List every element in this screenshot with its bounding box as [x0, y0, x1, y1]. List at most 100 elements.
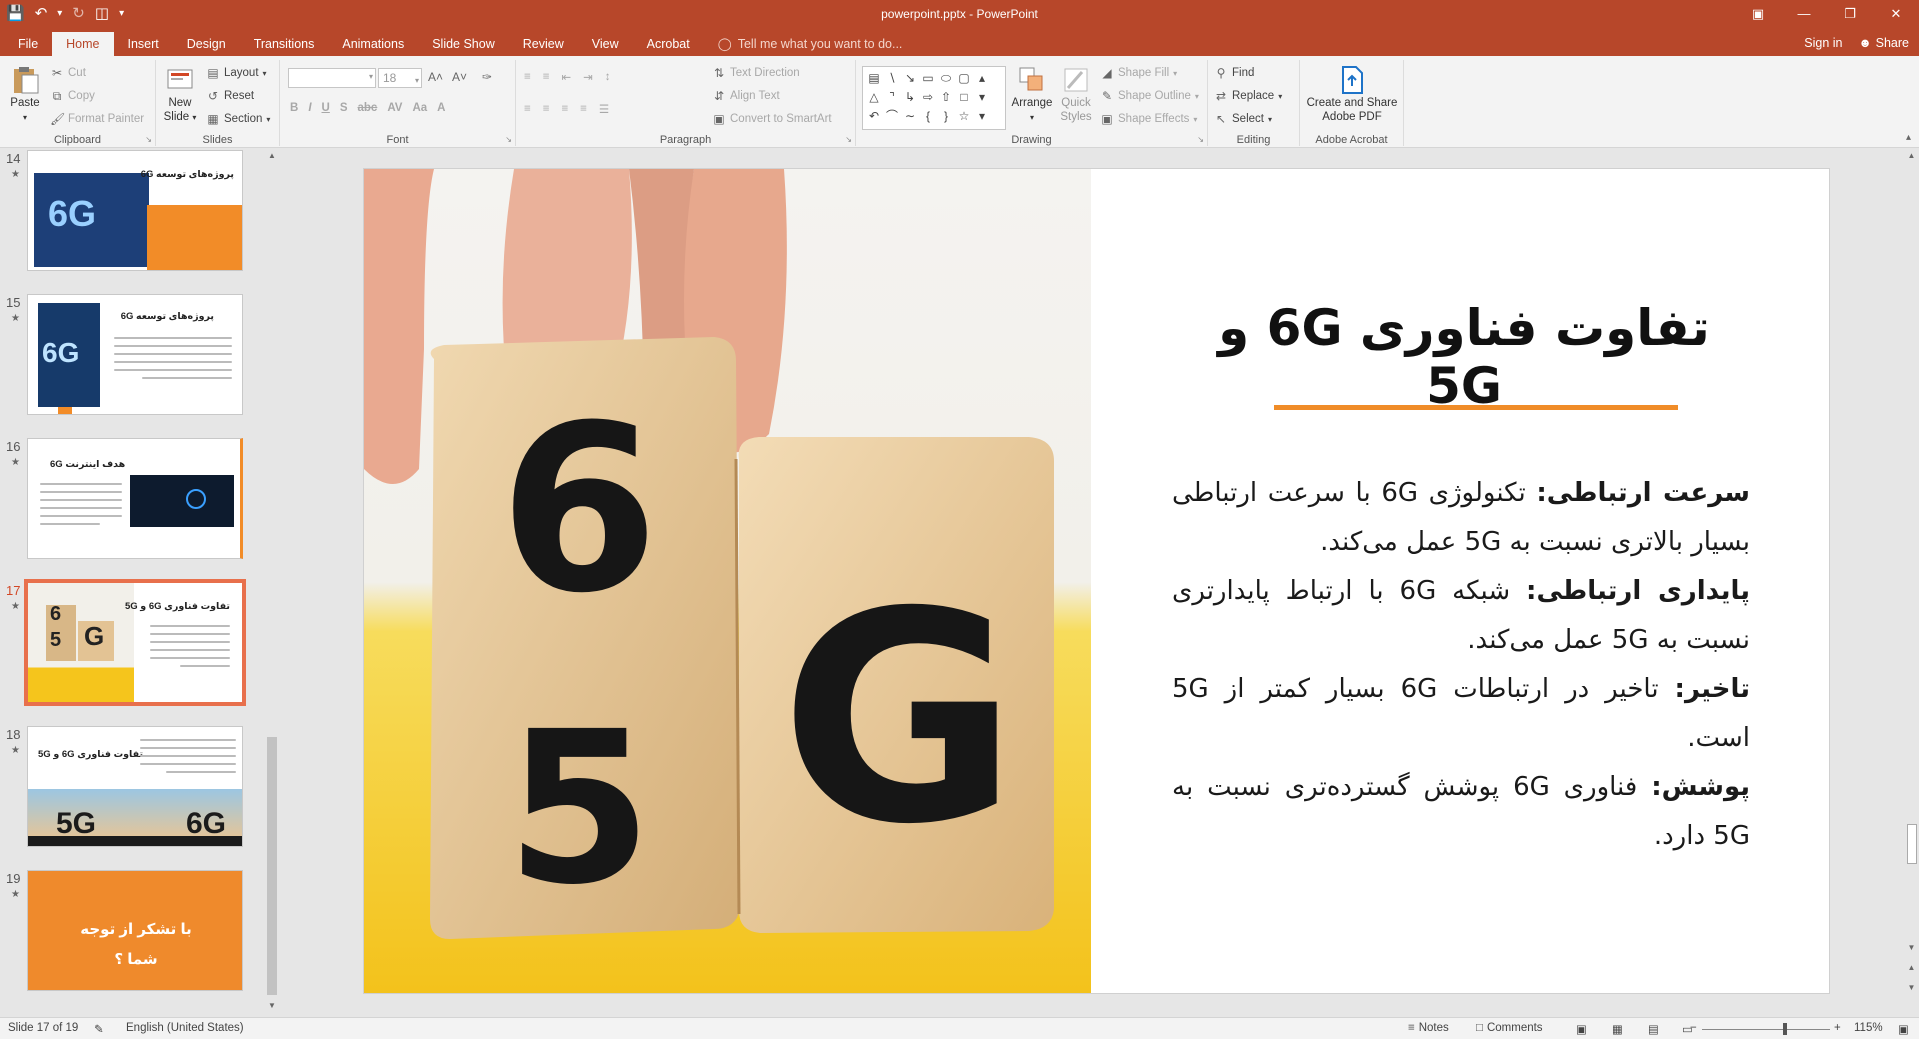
previous-slide-icon[interactable]: ▲ — [1904, 963, 1919, 977]
slide-title[interactable]: تفاوت فناوری 6G و 5G — [1184, 299, 1744, 415]
comments-button[interactable]: □ Comments — [1476, 1022, 1543, 1034]
align-left-icon[interactable]: ≡ — [524, 103, 531, 115]
tab-home[interactable]: Home — [52, 32, 114, 56]
align-right-icon[interactable]: ≡ — [561, 103, 568, 115]
ribbon-display-options-icon[interactable]: ▣ — [1735, 0, 1781, 30]
textbox-shape-icon[interactable]: ▤ — [865, 69, 883, 88]
tab-animations[interactable]: Animations — [328, 32, 418, 56]
spell-check-icon[interactable]: ✎ — [94, 1022, 104, 1036]
reset-button[interactable]: ↺ Reset — [206, 89, 254, 103]
tab-view[interactable]: View — [578, 32, 633, 56]
zoom-slider-track[interactable] — [1702, 1029, 1830, 1030]
tab-insert[interactable]: Insert — [114, 32, 173, 56]
tab-design[interactable]: Design — [173, 32, 240, 56]
thumbnail-slide[interactable]: 6G پروژه‌های توسعه 6G — [27, 294, 243, 415]
callout-shape-icon[interactable]: □ — [955, 88, 973, 107]
underline-icon[interactable]: U — [322, 102, 330, 114]
arrange-button[interactable]: Arrange ▾ — [1008, 64, 1056, 125]
align-center-icon[interactable]: ≡ — [543, 103, 550, 115]
arrow-line-shape-icon[interactable]: ↘ — [901, 69, 919, 88]
curve-shape-icon[interactable]: ↶ — [865, 107, 883, 126]
thumbnail-item[interactable]: 18 ★ تفاوت فناوری 6G و 5G 5G 6G — [0, 725, 243, 855]
normal-view-icon[interactable]: ▣ — [1576, 1022, 1587, 1036]
collapse-ribbon-icon[interactable]: ▴ — [1906, 132, 1911, 143]
line-spacing-icon[interactable]: ↕ — [605, 71, 611, 83]
tab-review[interactable]: Review — [509, 32, 578, 56]
thumbnail-item[interactable]: 15 ★ 6G پروژه‌های توسعه 6G — [0, 293, 243, 423]
align-text-button[interactable]: ⇵ Align Text — [712, 89, 780, 103]
justify-icon[interactable]: ≡ — [580, 103, 587, 115]
paragraph-launcher-icon[interactable]: ↘ — [845, 135, 852, 144]
layout-button[interactable]: ▤ Layout ▾ — [206, 66, 266, 80]
convert-smartart-button[interactable]: ▣ Convert to SmartArt — [712, 112, 831, 126]
scroll-thumb[interactable] — [1907, 824, 1917, 864]
arrow-pentagon-shape-icon[interactable]: ⇧ — [937, 88, 955, 107]
clipboard-launcher-icon[interactable]: ↘ — [145, 135, 152, 144]
zoom-level[interactable]: 115% — [1854, 1022, 1883, 1034]
thumbnail-slide[interactable]: هدف اینترنت 6G — [27, 438, 243, 559]
new-slide-button[interactable]: New Slide ▾ — [160, 64, 200, 125]
fit-slide-icon[interactable]: ▣ — [1898, 1022, 1909, 1036]
shape-outline-button[interactable]: ✎ Shape Outline ▾ — [1100, 89, 1199, 103]
scroll-down-icon[interactable]: ▼ — [1904, 943, 1919, 957]
columns-icon[interactable]: ☰ — [599, 102, 609, 116]
right-brace-shape-icon[interactable]: } — [937, 107, 955, 126]
line-shape-icon[interactable]: ∖ — [883, 69, 901, 88]
select-button[interactable]: ↖ Select ▾ — [1214, 112, 1272, 126]
italic-icon[interactable]: I — [308, 102, 311, 114]
character-spacing-icon[interactable]: AV — [387, 102, 402, 114]
tab-slide-show[interactable]: Slide Show — [418, 32, 509, 56]
language-indicator[interactable]: English (United States) — [126, 1022, 244, 1034]
scroll-down-icon[interactable]: ▼ — [264, 1001, 280, 1015]
arc-shape-icon[interactable]: ⌒ — [883, 107, 901, 126]
clear-formatting-button[interactable]: ✑ — [480, 70, 494, 84]
scroll-up-icon[interactable]: ▲ — [264, 151, 280, 165]
thumbnail-item[interactable]: 19 ★ با تشکر از توجه شما ؟ — [0, 869, 243, 999]
find-button[interactable]: ⚲ Find — [1214, 66, 1255, 80]
zoom-slider-knob[interactable] — [1783, 1023, 1787, 1035]
copy-button[interactable]: ⧉ Copy — [50, 89, 95, 103]
text-direction-button[interactable]: ⇅ Text Direction — [712, 66, 800, 80]
star-shape-icon[interactable]: ☆ — [955, 107, 973, 126]
tab-transitions[interactable]: Transitions — [240, 32, 329, 56]
drawing-launcher-icon[interactable]: ↘ — [1197, 135, 1204, 144]
bullets-icon[interactable]: ≡ — [524, 71, 531, 83]
shape-fill-button[interactable]: ◢ Shape Fill ▾ — [1100, 66, 1177, 80]
shape-effects-button[interactable]: ▣ Shape Effects ▾ — [1100, 112, 1197, 126]
scroll-up-icon[interactable]: ▲ — [1904, 151, 1919, 165]
sign-in-link[interactable]: Sign in — [1804, 36, 1842, 50]
strikethrough-abc-icon[interactable]: abc — [358, 102, 378, 114]
thumbnail-item-active[interactable]: 17 ★ 6 5 G تفاوت فناوری 6G و 5G — [0, 579, 246, 711]
slide-scrollbar[interactable]: ▲ ▼ ▲ ▼ — [1904, 149, 1919, 1017]
elbow-arrow-shape-icon[interactable]: ↳ — [901, 88, 919, 107]
right-arrow-shape-icon[interactable]: ⇨ — [919, 88, 937, 107]
restore-icon[interactable]: ❐ — [1827, 0, 1873, 30]
minimize-icon[interactable]: — — [1781, 0, 1827, 30]
gallery-scroll-up-icon[interactable]: ▴ — [973, 69, 991, 88]
next-slide-icon[interactable]: ▼ — [1904, 983, 1919, 997]
slide-sorter-icon[interactable]: ▦ — [1612, 1022, 1623, 1036]
thumbnail-item[interactable]: 16 ★ هدف اینترنت 6G — [0, 437, 243, 567]
gallery-more-icon[interactable]: ▾ — [973, 107, 991, 126]
strikethrough-icon[interactable]: S — [340, 102, 348, 114]
shapes-gallery[interactable]: ▤ ∖ ↘ ▭ ⬭ ▢ ▴ △ ⌝ ↳ ⇨ ⇧ □ ▾ ↶ ⌒ ∼ { } ☆ — [862, 66, 1006, 130]
thumbnail-slide-active[interactable]: 6 5 G تفاوت فناوری 6G و 5G — [24, 579, 246, 706]
create-share-pdf-button[interactable]: Create and Share Adobe PDF — [1304, 64, 1400, 124]
thumbnail-slide[interactable]: تفاوت فناوری 6G و 5G 5G 6G — [27, 726, 243, 847]
zoom-out-icon[interactable]: − — [1690, 1022, 1697, 1034]
shrink-font-button[interactable]: A˅ — [452, 70, 467, 84]
font-size-combo[interactable]: 18 ▾ — [378, 68, 422, 88]
cut-button[interactable]: ✂ Cut — [50, 66, 86, 80]
thumbnail-slide[interactable]: 6G پروژه‌های توسعه 6G — [27, 150, 243, 271]
thumbnail-slide[interactable]: با تشکر از توجه شما ؟ — [27, 870, 243, 991]
rectangle-shape-icon[interactable]: ▭ — [919, 69, 937, 88]
bold-icon[interactable]: B — [290, 102, 298, 114]
left-brace-shape-icon[interactable]: { — [919, 107, 937, 126]
slide-body-text[interactable]: سرعت ارتباطی: تکنولوژی 6G با سرعت ارتباط… — [1172, 469, 1750, 861]
numbering-icon[interactable]: ≡ — [543, 71, 550, 83]
notes-button[interactable]: ≡ Notes — [1408, 1022, 1449, 1034]
oval-shape-icon[interactable]: ⬭ — [937, 69, 955, 88]
quick-styles-button[interactable]: Quick Styles — [1056, 64, 1096, 124]
change-case-icon[interactable]: Aa — [412, 102, 427, 114]
elbow-connector-shape-icon[interactable]: ⌝ — [883, 88, 901, 107]
